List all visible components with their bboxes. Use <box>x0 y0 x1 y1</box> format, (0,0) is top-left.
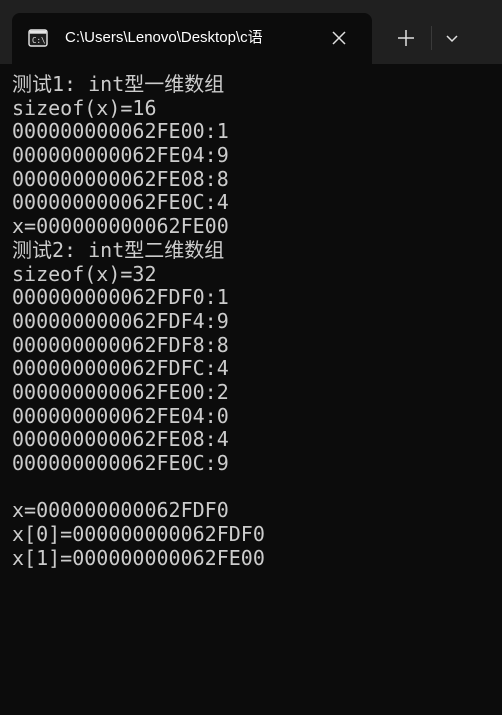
console-line: 测试2: int型二维数组 <box>12 237 225 262</box>
console-line: x=000000000062FE00 <box>12 214 229 239</box>
console-line: 000000000062FE08:4 <box>12 427 229 452</box>
console-lines: 测试1: int型一维数组 sizeof(x)=16 000000000062F… <box>12 72 265 570</box>
console-line: 000000000062FE0C:9 <box>12 451 229 475</box>
console-line: 000000000062FE00:2 <box>12 379 229 404</box>
console-line: sizeof(x)=16 <box>12 95 157 120</box>
console-output[interactable]: 测试1: int型一维数组 sizeof(x)=16 000000000062F… <box>0 64 502 715</box>
title-bar: C:\ C:\Users\Lenovo\Desktop\c语 <box>0 0 502 64</box>
console-line: x=000000000062FDF0 <box>12 498 229 523</box>
console-line: 000000000062FDF8:8 <box>12 332 229 357</box>
console-line: 测试1: int型一维数组 <box>12 72 225 96</box>
console-line: 000000000062FDF0:1 <box>12 285 229 310</box>
console-line: 000000000062FE00:1 <box>12 119 229 144</box>
console-line: 000000000062FDF4:9 <box>12 308 229 333</box>
terminal-tab[interactable]: C:\ C:\Users\Lenovo\Desktop\c语 <box>12 13 372 64</box>
console-line: 000000000062FDFC:4 <box>12 356 229 381</box>
console-line: 000000000062FE04:0 <box>12 403 229 428</box>
tab-title: C:\Users\Lenovo\Desktop\c语 <box>65 29 263 46</box>
console-line: 000000000062FE08:8 <box>12 166 229 191</box>
plus-icon[interactable] <box>392 24 420 52</box>
console-line: x[0]=000000000062FDF0 <box>12 522 265 547</box>
svg-text:C:\: C:\ <box>32 36 46 45</box>
chevron-down-icon[interactable] <box>438 24 466 52</box>
terminal-icon: C:\ <box>28 28 48 48</box>
console-line: x[1]=000000000062FE00 <box>12 545 265 570</box>
console-line: 000000000062FE0C:4 <box>12 190 229 215</box>
terminal-window: C:\ C:\Users\Lenovo\Desktop\c语 测试1: int型… <box>0 0 502 715</box>
console-line: sizeof(x)=32 <box>12 261 157 286</box>
console-line: 000000000062FE04:9 <box>12 143 229 168</box>
close-icon[interactable] <box>328 27 350 49</box>
tab-separator <box>431 26 432 50</box>
